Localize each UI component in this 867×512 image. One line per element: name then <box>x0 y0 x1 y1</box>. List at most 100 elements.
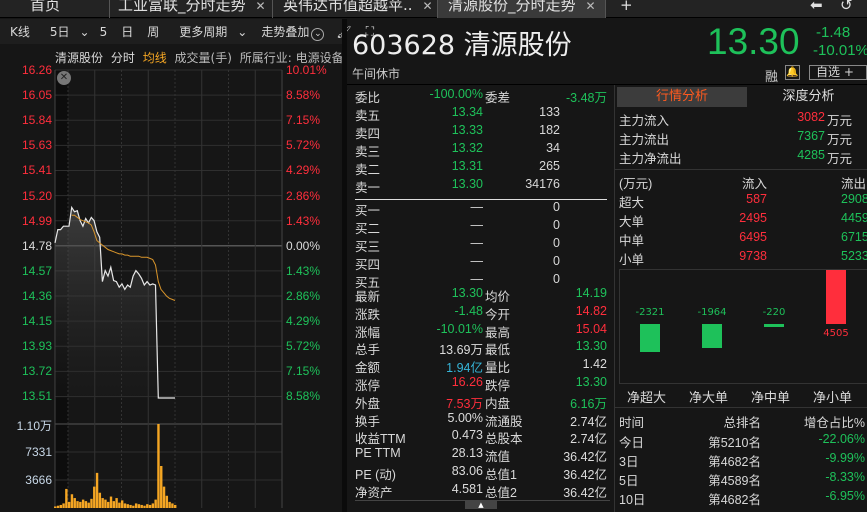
quote-header: 603628 清源股份 午间休市 13.30 -1.48 -10.01% 融 🔔… <box>347 19 867 85</box>
rank-header: 总排名 <box>723 416 761 430</box>
ask-volume: 265 <box>539 159 560 173</box>
volume-bar <box>174 504 177 508</box>
stat-label: 换手 <box>355 414 381 429</box>
volume-bar <box>126 504 129 508</box>
bid-label: 买四 <box>355 258 381 272</box>
bell-icon[interactable]: 🔔 <box>785 65 800 80</box>
stat-label: 内盘 <box>485 396 511 411</box>
rank-value: 第4682名 <box>708 493 761 507</box>
volume-bar <box>54 506 57 508</box>
volume-bar <box>165 495 169 508</box>
ratio-label: 委比 <box>355 91 381 105</box>
flow-label: 超大 <box>619 196 645 210</box>
diff-label: 委差 <box>485 91 511 105</box>
collapse-up-icon[interactable]: ▲ <box>465 501 497 509</box>
add-watchlist-button[interactable]: 自选 + <box>809 65 867 80</box>
stat-label: 流通股 <box>485 414 523 429</box>
stat-label: 涨幅 <box>355 325 381 340</box>
tab-foxconn[interactable]: 工业富联_分时走势 ✕ <box>108 0 273 18</box>
inflow-value: 9738 <box>739 249 767 263</box>
panel-divider[interactable] <box>342 19 347 512</box>
volume-bar <box>123 503 127 508</box>
period-week-button[interactable]: 周 <box>147 23 159 40</box>
ask-label: 卖五 <box>355 109 381 123</box>
volume-bar <box>146 504 149 508</box>
stat-value: 36.42亿 <box>563 485 607 500</box>
bid-price: — <box>470 254 484 268</box>
rank-value: 第5210名 <box>708 436 761 450</box>
kline-button[interactable]: K线 <box>10 23 30 40</box>
inflow-value: 2495 <box>739 211 767 225</box>
margin-trading-badge: 融 <box>765 70 779 85</box>
stat-value: 13.30 <box>575 375 607 389</box>
market-status: 午间休市 <box>352 67 401 81</box>
last-price: 13.30 <box>707 21 800 62</box>
close-icon[interactable]: ✕ <box>256 0 266 13</box>
volume-bar <box>101 498 104 508</box>
rank-pct: -8.33% <box>825 470 865 484</box>
outflow-value: 2908 <box>841 192 867 206</box>
volume-bar <box>95 472 99 508</box>
stat-label: 外盘 <box>355 396 381 411</box>
net-flow-label: 净中单 <box>751 390 791 405</box>
close-icon[interactable]: ✕ <box>586 0 596 13</box>
stat-value: 1.94亿 <box>446 361 483 376</box>
close-icon[interactable]: ✕ <box>423 0 433 13</box>
rank-value: 第4682名 <box>708 455 761 469</box>
stock-title: 603628 清源股份 <box>352 23 572 62</box>
period-day-button[interactable]: 日 <box>121 23 133 40</box>
stat-value: 13.30 <box>575 339 607 354</box>
flow-value: 3082 <box>797 110 825 124</box>
back-icon[interactable]: ⬅ <box>800 0 833 18</box>
tab-home[interactable]: 首页 <box>20 0 110 18</box>
ask-price: 13.33 <box>451 123 483 137</box>
stat-label: 总手 <box>355 343 381 358</box>
stat-value: 83.06 <box>451 464 483 478</box>
stat-label: 最高 <box>485 325 511 340</box>
net-flow-bar <box>640 324 660 352</box>
tab-qingyuan[interactable]: 清源股份_分时走势 ✕ <box>438 0 606 18</box>
flow-unit: 万元 <box>827 133 853 147</box>
intraday-chart-svg[interactable] <box>0 44 342 512</box>
volume-bar <box>79 501 82 508</box>
stat-label: 跌停 <box>485 379 511 393</box>
tab-depth-analysis[interactable]: 深度分析 <box>749 87 867 107</box>
undo-icon[interactable]: ↺ <box>830 0 863 18</box>
overlay-label: 走势叠加 <box>261 24 310 39</box>
period-5day-dropdown[interactable]: 5日 ⌄ <box>40 23 90 40</box>
volume-bar <box>104 499 107 508</box>
stat-label: 最新 <box>355 290 381 304</box>
add-tab-button[interactable]: + <box>610 0 643 18</box>
volume-bar <box>171 503 174 508</box>
chevron-down-icon: ⌄ <box>79 25 90 39</box>
ask-price: 13.32 <box>451 141 483 155</box>
rank-time: 10日 <box>619 493 646 507</box>
ratio-value: -100.00% <box>429 87 483 101</box>
net-flow-bar <box>826 270 846 324</box>
more-periods-dropdown[interactable]: 更多周期 ⌄ <box>169 23 247 40</box>
order-book: 委比 -100.00% 委差 -3.48万 卖五 13.34 133 卖四 13.3… <box>355 87 610 512</box>
stat-value: 4.581 <box>451 481 483 496</box>
stat-value: 36.42亿 <box>563 468 607 482</box>
stat-value: 7.53万 <box>446 396 483 411</box>
inflow-value: 587 <box>746 192 767 206</box>
more-label: 更多周期 <box>179 25 228 39</box>
stat-label: 涨停 <box>355 379 381 393</box>
overlay-button[interactable]: 走势叠加 ⌄ <box>251 23 325 41</box>
tab-market-analysis[interactable]: 行情分析 <box>617 87 747 107</box>
stat-label: 总值1 <box>485 468 517 482</box>
stat-value: 16.26 <box>451 375 483 389</box>
volume-bar <box>154 499 157 508</box>
period-5-button[interactable]: 5 <box>100 25 108 39</box>
diff-value: -3.48万 <box>566 91 607 105</box>
intraday-chart-panel: 清源股份 分时 均线 成交量(手) 所属行业: 电源设备 16.26 10.01%… <box>0 44 344 512</box>
volume-bar <box>90 498 93 508</box>
tab-nvidia[interactable]: 英伟达市值超越苹.. ✕ <box>273 0 438 18</box>
close-overlay-icon[interactable]: ✕ <box>57 71 71 85</box>
divider <box>615 407 867 408</box>
ask-label: 卖一 <box>355 181 381 195</box>
volume-bar <box>162 486 166 508</box>
flow-unit: 万元 <box>827 114 853 128</box>
rank-time: 今日 <box>619 436 645 450</box>
stat-value: 2.74亿 <box>570 414 607 429</box>
